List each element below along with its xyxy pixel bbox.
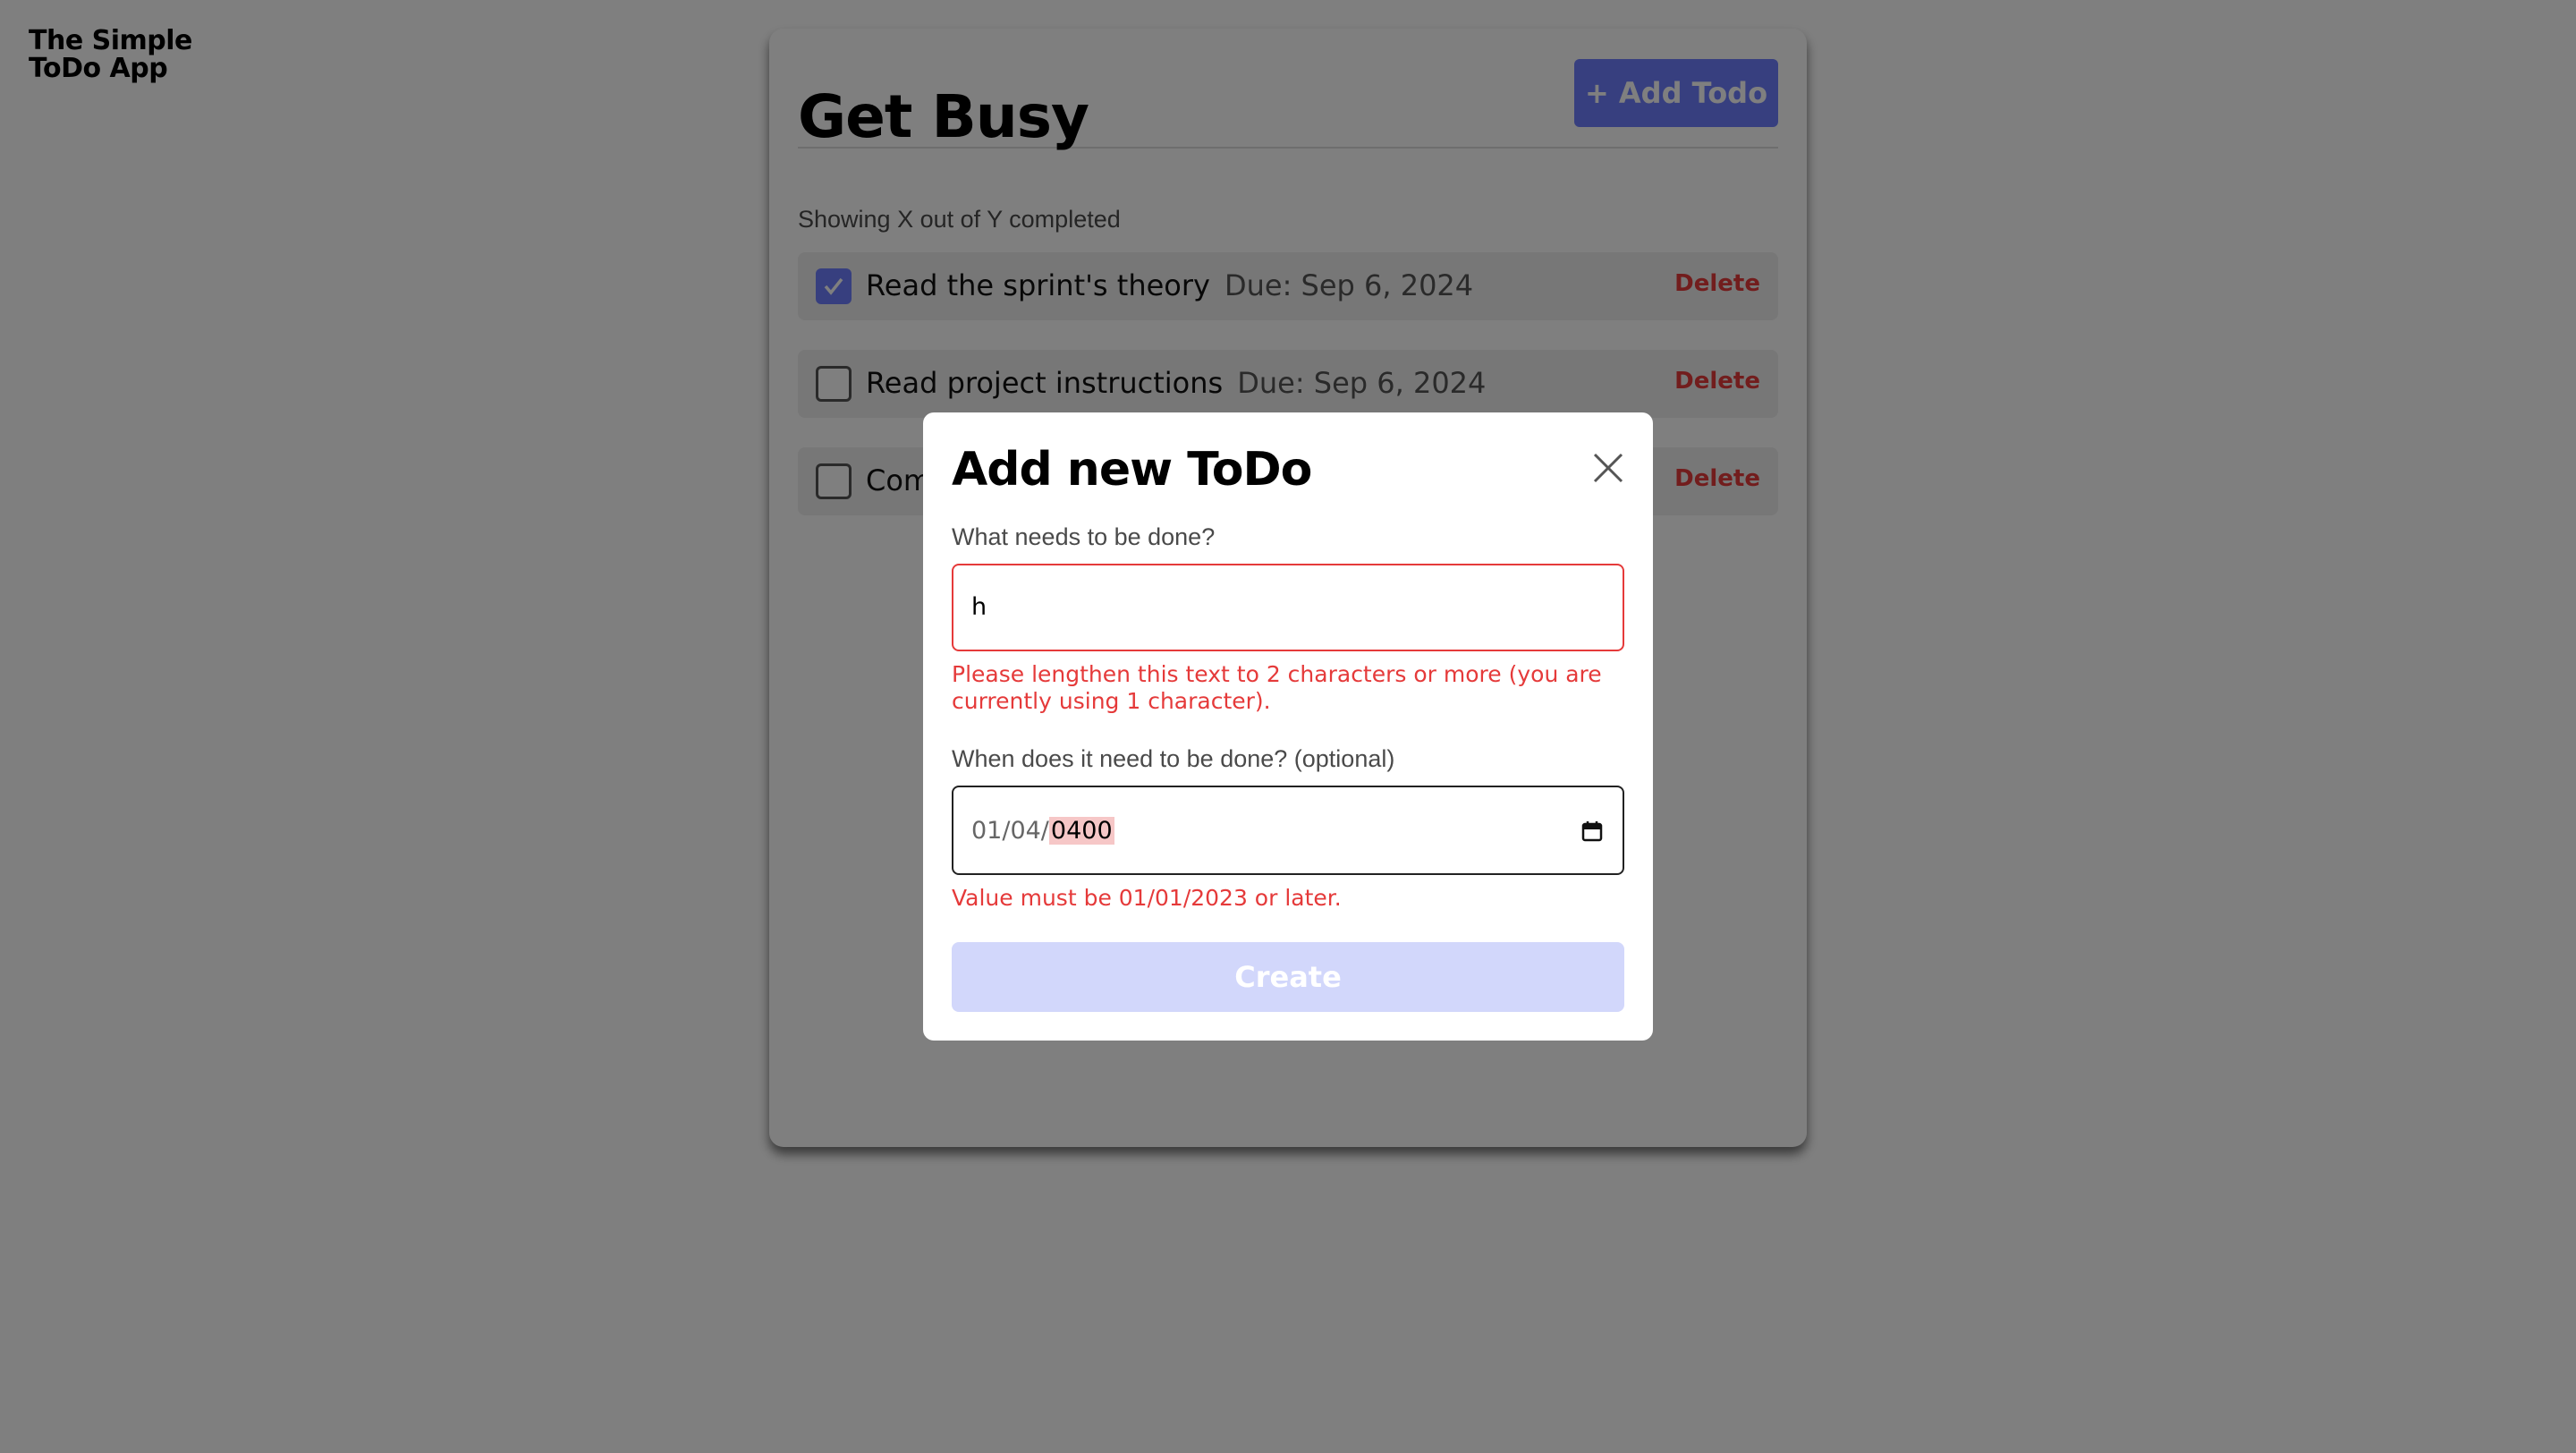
due-date-input[interactable]: 01/04/0400 [952,786,1624,875]
date-year-segment[interactable]: 0400 [1048,817,1114,845]
due-date-label: When does it need to be done? (optional) [952,745,1395,772]
due-date-error: Value must be 01/01/2023 or later. [952,885,1342,911]
add-todo-dialog: Add new ToDo What needs to be done? h Pl… [923,412,1653,1041]
calendar-icon[interactable] [1581,820,1603,842]
close-icon [1593,453,1623,483]
create-button[interactable]: Create [952,942,1624,1012]
date-month-day: 01/04/ [971,817,1049,845]
dialog-title: Add new ToDo [952,443,1312,497]
todo-text-input[interactable]: h [952,564,1624,651]
todo-text-label: What needs to be done? [952,523,1216,550]
todo-text-error: Please lengthen this text to 2 character… [952,661,1602,714]
date-value: 01/04/0400 [971,817,1114,845]
close-button[interactable] [1589,448,1628,488]
